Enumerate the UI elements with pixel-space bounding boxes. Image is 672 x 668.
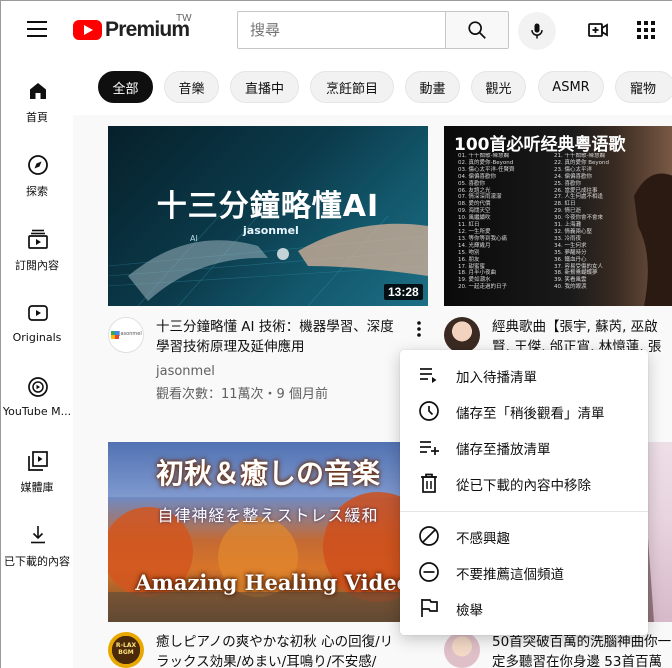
video-duration-badge: 13:28	[384, 284, 423, 300]
download-icon	[31, 526, 45, 544]
thumbnail-title-text: 十三分鐘略懂AI	[156, 189, 380, 224]
sidebar-item-youtube-music[interactable]: YouTube M...	[1, 375, 73, 445]
channel-avatar[interactable]: R-LAX BGM	[108, 632, 144, 668]
video-title[interactable]: 50首突破百萬的洗腦神曲你一定多聽習在你身邊 53首百萬金曲懷	[492, 632, 672, 668]
menu-item-watch-later[interactable]: 儲存至「稍後觀看」清單	[400, 393, 648, 429]
menu-item-report[interactable]: 檢舉	[400, 590, 648, 626]
avatar-logo-mark	[111, 331, 119, 339]
sidebar-item-label: YouTube M...	[2, 405, 72, 418]
channel-avatar[interactable]: Jasonmel	[108, 317, 144, 353]
top-bar: Premium TW	[1, 1, 672, 59]
microphone-icon	[531, 23, 543, 39]
apps-button[interactable]	[634, 18, 658, 42]
menu-item-remove-download[interactable]: 從已下載的內容中移除	[400, 465, 648, 501]
chip-all[interactable]: 全部	[98, 71, 153, 103]
menu-item-label: 儲存至「稍後觀看」清單	[456, 406, 605, 422]
menu-item-not-interested[interactable]: 不感興趣	[400, 518, 648, 554]
explore-icon	[28, 155, 48, 175]
chip-animation[interactable]: 動畫	[405, 71, 460, 103]
channel-name[interactable]: jasonmel	[156, 364, 215, 379]
video-actions-menu: 加入待播清單 儲存至「稍後觀看」清單 儲存至播放清單 從已下載的內容中移除 不感…	[400, 350, 648, 635]
sidebar-item-label: Originals	[12, 331, 62, 344]
channel-avatar[interactable]	[444, 317, 480, 353]
menu-item-label: 檢舉	[456, 603, 483, 619]
not-interested-icon	[419, 526, 439, 546]
watch-later-icon	[419, 401, 439, 421]
more-vertical-icon	[417, 321, 421, 337]
sidebar-item-library[interactable]: 媒體庫	[1, 449, 73, 519]
chip-pets[interactable]: 寵物	[615, 71, 672, 103]
sidebar-item-originals[interactable]: Originals	[1, 301, 73, 371]
avatar-text: Jasonmel	[119, 331, 142, 337]
menu-item-label: 加入待播清單	[456, 370, 537, 386]
chip-asmr[interactable]: ASMR	[538, 71, 604, 103]
song-list-right: 21. 千千闕歌-陳慧嫻 22. 真的愛你 Beyond 23. 傷心太平洋 24. …	[554, 153, 609, 291]
apps-grid-icon	[637, 21, 655, 39]
video-title[interactable]: 十三分鐘略懂 AI 技術：機器學習、深度學習技術原理及延伸應用	[156, 317, 406, 357]
menu-item-label: 儲存至播放清單	[456, 442, 551, 458]
home-icon	[30, 83, 46, 99]
menu-item-dont-recommend-channel[interactable]: 不要推薦這個頻道	[400, 554, 648, 590]
sidebar-item-label: 媒體庫	[20, 481, 54, 494]
chip-cooking[interactable]: 烹飪節目	[310, 71, 394, 103]
video-metadata: 觀看次數：11萬次・9 個月前	[156, 387, 328, 402]
avatar-text: R-LAX BGM	[115, 642, 137, 656]
flag-icon	[421, 599, 438, 617]
video-actions-button[interactable]	[411, 319, 427, 339]
menu-icon[interactable]	[27, 21, 47, 37]
youtube-music-icon	[28, 377, 48, 397]
create-video-icon	[588, 23, 608, 37]
video-title[interactable]: 癒しピアノの爽やかな初秋 心の回復/リラックス効果/めまい/耳鳴り/不安感/	[156, 632, 406, 668]
video-thumbnail[interactable]: 初秋＆癒しの音楽 自律神経を整えストレス緩和 Amazing Healing V…	[108, 442, 428, 622]
thumbnail-tag-text: AI	[190, 234, 198, 243]
youtube-premium-logo[interactable]: Premium	[73, 18, 190, 42]
library-icon	[28, 451, 48, 471]
menu-item-save-to-playlist[interactable]: 儲存至播放清單	[400, 429, 648, 465]
sidebar-item-explore[interactable]: 探索	[1, 153, 73, 223]
sidebar-item-subscriptions[interactable]: 訂閱內容	[1, 227, 73, 297]
thumbnail-bottom-text: Amazing Healing Video	[135, 570, 411, 595]
queue-icon	[420, 368, 437, 383]
sidebar-item-label: 探索	[26, 185, 48, 198]
playlist-add-icon	[420, 441, 439, 455]
thumbnail-title-text: 初秋＆癒しの音楽	[155, 457, 380, 490]
thumbnail-title-text: 100首必听经典粤语歌	[454, 135, 626, 155]
chip-music[interactable]: 音樂	[164, 71, 219, 103]
song-list-left: 01. 千千闕歌-陳慧嫻 02. 真的愛你-Beyond 03. 傷心太平洋-任賢齊…	[458, 153, 515, 291]
thumbnail-portrait	[634, 173, 672, 306]
menu-item-label: 不要推薦這個頻道	[456, 567, 564, 583]
chip-live[interactable]: 直播中	[230, 71, 299, 103]
sidebar-item-label: 訂閱內容	[15, 259, 59, 272]
search-button[interactable]	[445, 11, 509, 49]
menu-item-add-to-queue[interactable]: 加入待播清單	[400, 357, 648, 393]
menu-divider	[400, 511, 648, 512]
youtube-play-logo-icon	[73, 20, 102, 40]
sidebar-item-home[interactable]: 首頁	[1, 79, 73, 149]
voice-search-button[interactable]	[518, 12, 556, 50]
category-chip-bar: 全部 音樂 直播中 烹飪節目 動畫 觀光 ASMR 寵物	[73, 59, 672, 115]
search-icon	[468, 21, 486, 39]
sidebar-item-label: 已下載的內容	[4, 555, 70, 568]
thumbnail-subtitle-text: 自律神経を整えストレス緩和	[157, 506, 379, 525]
trash-icon	[421, 473, 437, 493]
subscriptions-icon	[28, 229, 48, 249]
remove-circle-icon	[419, 562, 439, 582]
chip-tourism[interactable]: 觀光	[471, 71, 526, 103]
thumbnail-channel-text: jasonmel	[243, 224, 299, 237]
originals-icon	[28, 305, 48, 321]
menu-item-label: 從已下載的內容中移除	[456, 478, 591, 494]
search-input[interactable]	[238, 12, 446, 48]
create-video-button[interactable]	[586, 18, 610, 42]
menu-item-label: 不感興趣	[456, 531, 510, 547]
sidebar-item-downloads[interactable]: 已下載的內容	[1, 523, 73, 593]
sidebar-item-label: 首頁	[26, 111, 48, 124]
search-box[interactable]	[237, 11, 446, 49]
region-code: TW	[176, 13, 192, 24]
channel-avatar[interactable]	[444, 632, 480, 668]
video-thumbnail[interactable]: 十三分鐘略懂AI jasonmel AI 13:28	[108, 126, 428, 306]
sidebar: 首頁 探索 訂閱內容 Originals YouTube M... 媒體庫 已下…	[1, 59, 73, 668]
video-thumbnail[interactable]: 100首必听经典粤语歌 01. 千千闕歌-陳慧嫻 02. 真的愛你-Beyond 0…	[444, 126, 672, 306]
